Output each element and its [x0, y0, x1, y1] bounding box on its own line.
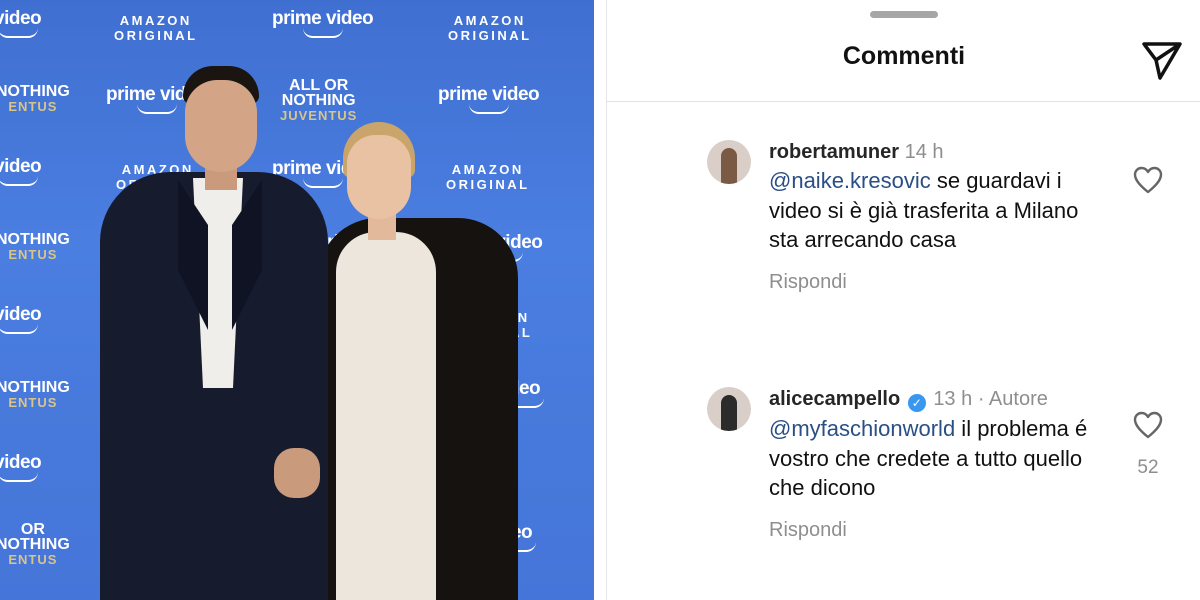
comment-meta: robertamuner 14 h [769, 140, 1099, 164]
backdrop-text: NOTHING [281, 92, 356, 109]
page-title: Commenti [842, 42, 966, 70]
comment-username[interactable]: alicecampello [769, 388, 900, 410]
backdrop-text: AMAZON ORIGINAL [446, 162, 530, 192]
backdrop-text: video [0, 8, 42, 29]
event-photo: video AMAZON ORIGINAL prime video AMAZON… [0, 0, 594, 600]
backdrop-text: AMAZON ORIGINAL [448, 13, 532, 43]
all-or-nothing-logo: ALL OR NOTHING JUVENTUS [280, 77, 358, 124]
prime-video-logo: video [0, 452, 42, 482]
woman-face [347, 135, 411, 219]
comment-text: @myfaschionworld il problema é vostro ch… [769, 414, 1099, 503]
backdrop-text: ENTUS [8, 552, 58, 567]
like-count: 52 [1137, 457, 1159, 478]
backdrop-text: ENTUS [8, 395, 58, 410]
backdrop-text: NOTHING [0, 83, 70, 100]
prime-video-logo: prime video [438, 84, 540, 114]
all-or-nothing-logo: OR NOTHING ENTUS [0, 521, 70, 568]
avatar[interactable] [707, 140, 751, 184]
backdrop-text: ENTUS [8, 99, 58, 114]
prime-video-logo: prime video [272, 8, 374, 38]
reply-button[interactable]: Rispondi [769, 271, 1099, 294]
heart-icon[interactable] [1133, 411, 1163, 439]
comment-body: robertamuner 14 h @naike.kresovic se gua… [769, 140, 1099, 294]
backdrop-text: OR [20, 521, 45, 538]
heart-icon[interactable] [1133, 166, 1163, 194]
backdrop-text: NOTHING [0, 231, 70, 248]
backdrop-text: prime video [438, 84, 540, 105]
avatar-figure [721, 395, 737, 431]
backdrop-text: video [0, 452, 42, 473]
backdrop-text: ALL OR [289, 77, 349, 94]
man-face [185, 80, 257, 172]
comment-body: alicecampello ✓ 13 h · Autore @myfaschio… [769, 387, 1099, 542]
avatar[interactable] [707, 387, 751, 431]
comment-mention[interactable]: @myfaschionworld [769, 416, 955, 441]
paper-plane-icon[interactable] [1141, 40, 1183, 80]
backdrop-text: NOTHING [0, 379, 70, 396]
backdrop-text: ENTUS [8, 247, 58, 262]
all-or-nothing-logo: NOTHING ENTUS [0, 83, 70, 115]
reply-button[interactable]: Rispondi [769, 519, 1099, 542]
comment-text: @naike.kresovic se guardavi i video si è… [769, 166, 1099, 255]
prime-video-logo: video [0, 156, 42, 186]
all-or-nothing-logo: NOTHING ENTUS [0, 379, 70, 411]
amazon-original-logo: AMAZON ORIGINAL [114, 13, 198, 43]
verified-badge-icon: ✓ [907, 394, 926, 412]
backdrop-text: NOTHING [0, 536, 70, 553]
amazon-original-logo: AMAZON ORIGINAL [446, 162, 530, 192]
comment-time: 14 h [904, 141, 944, 163]
backdrop-text: JUVENTUS [280, 108, 358, 123]
all-or-nothing-logo: NOTHING ENTUS [0, 231, 70, 263]
author-tag: · Autore [977, 388, 1048, 410]
avatar-figure [721, 148, 737, 184]
comment-mention[interactable]: @naike.kresovic [769, 168, 931, 193]
backdrop-text: video [0, 156, 42, 177]
prime-video-logo: video [0, 304, 42, 334]
holding-hands [274, 448, 320, 498]
backdrop-text: AMAZON ORIGINAL [114, 13, 198, 43]
comments-panel: Commenti robertamuner 14 h @naike.kresov… [606, 0, 1200, 600]
backdrop-text: prime video [272, 8, 374, 29]
sheet-grabber-handle[interactable] [870, 11, 938, 18]
comment-time: 13 h [933, 388, 973, 410]
comment-username[interactable]: robertamuner [769, 141, 899, 163]
comment-meta: alicecampello ✓ 13 h · Autore [769, 387, 1099, 412]
prime-video-logo: video [0, 8, 42, 38]
header-divider [607, 101, 1200, 102]
backdrop-text: video [0, 304, 42, 325]
amazon-original-logo: AMAZON ORIGINAL [448, 13, 532, 43]
woman-dress [336, 232, 436, 600]
